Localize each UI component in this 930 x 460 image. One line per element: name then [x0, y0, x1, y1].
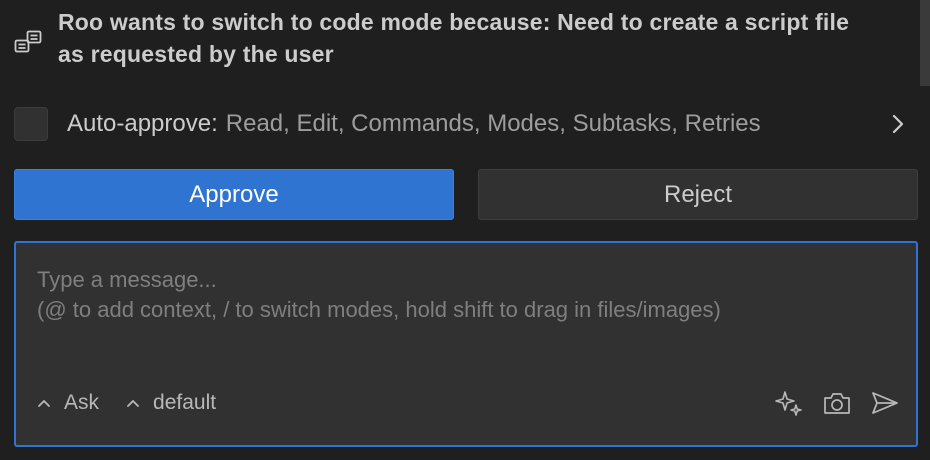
- enhance-prompt-sparkle-icon[interactable]: [774, 388, 804, 418]
- chat-panel: Roo wants to switch to code mode because…: [0, 0, 930, 460]
- camera-icon[interactable]: [822, 388, 852, 418]
- reject-button[interactable]: Reject: [478, 169, 918, 220]
- mode-switch-icon: [14, 24, 42, 60]
- chevron-up-icon: [38, 400, 50, 407]
- auto-approve-items: Read, Edit, Commands, Modes, Subtasks, R…: [225, 110, 761, 137]
- auto-approve-checkbox[interactable]: [14, 107, 48, 141]
- config-selector[interactable]: default: [125, 391, 216, 415]
- message-composer[interactable]: Type a message... (@ to add context, / t…: [14, 241, 918, 447]
- composer-toolbar: Ask default: [36, 389, 900, 417]
- chevron-up-icon: [127, 400, 139, 407]
- auto-approve-row[interactable]: Auto-approve: Read, Edit, Commands, Mode…: [14, 106, 916, 142]
- config-selector-label: default: [153, 391, 217, 414]
- mode-selector-label: Ask: [64, 391, 100, 414]
- approve-button[interactable]: Approve: [14, 169, 454, 220]
- message-input[interactable]: Type a message... (@ to add context, / t…: [37, 265, 721, 325]
- composer-actions: [774, 388, 900, 418]
- scrollbar[interactable]: [920, 0, 930, 86]
- send-icon[interactable]: [870, 388, 900, 418]
- mode-selector[interactable]: Ask: [36, 391, 99, 415]
- mode-switch-message: Roo wants to switch to code mode because…: [14, 6, 874, 70]
- message-text: Roo wants to switch to code mode because…: [58, 9, 850, 67]
- chevron-right-icon[interactable]: [884, 110, 912, 138]
- auto-approve-label: Auto-approve:: [67, 110, 218, 137]
